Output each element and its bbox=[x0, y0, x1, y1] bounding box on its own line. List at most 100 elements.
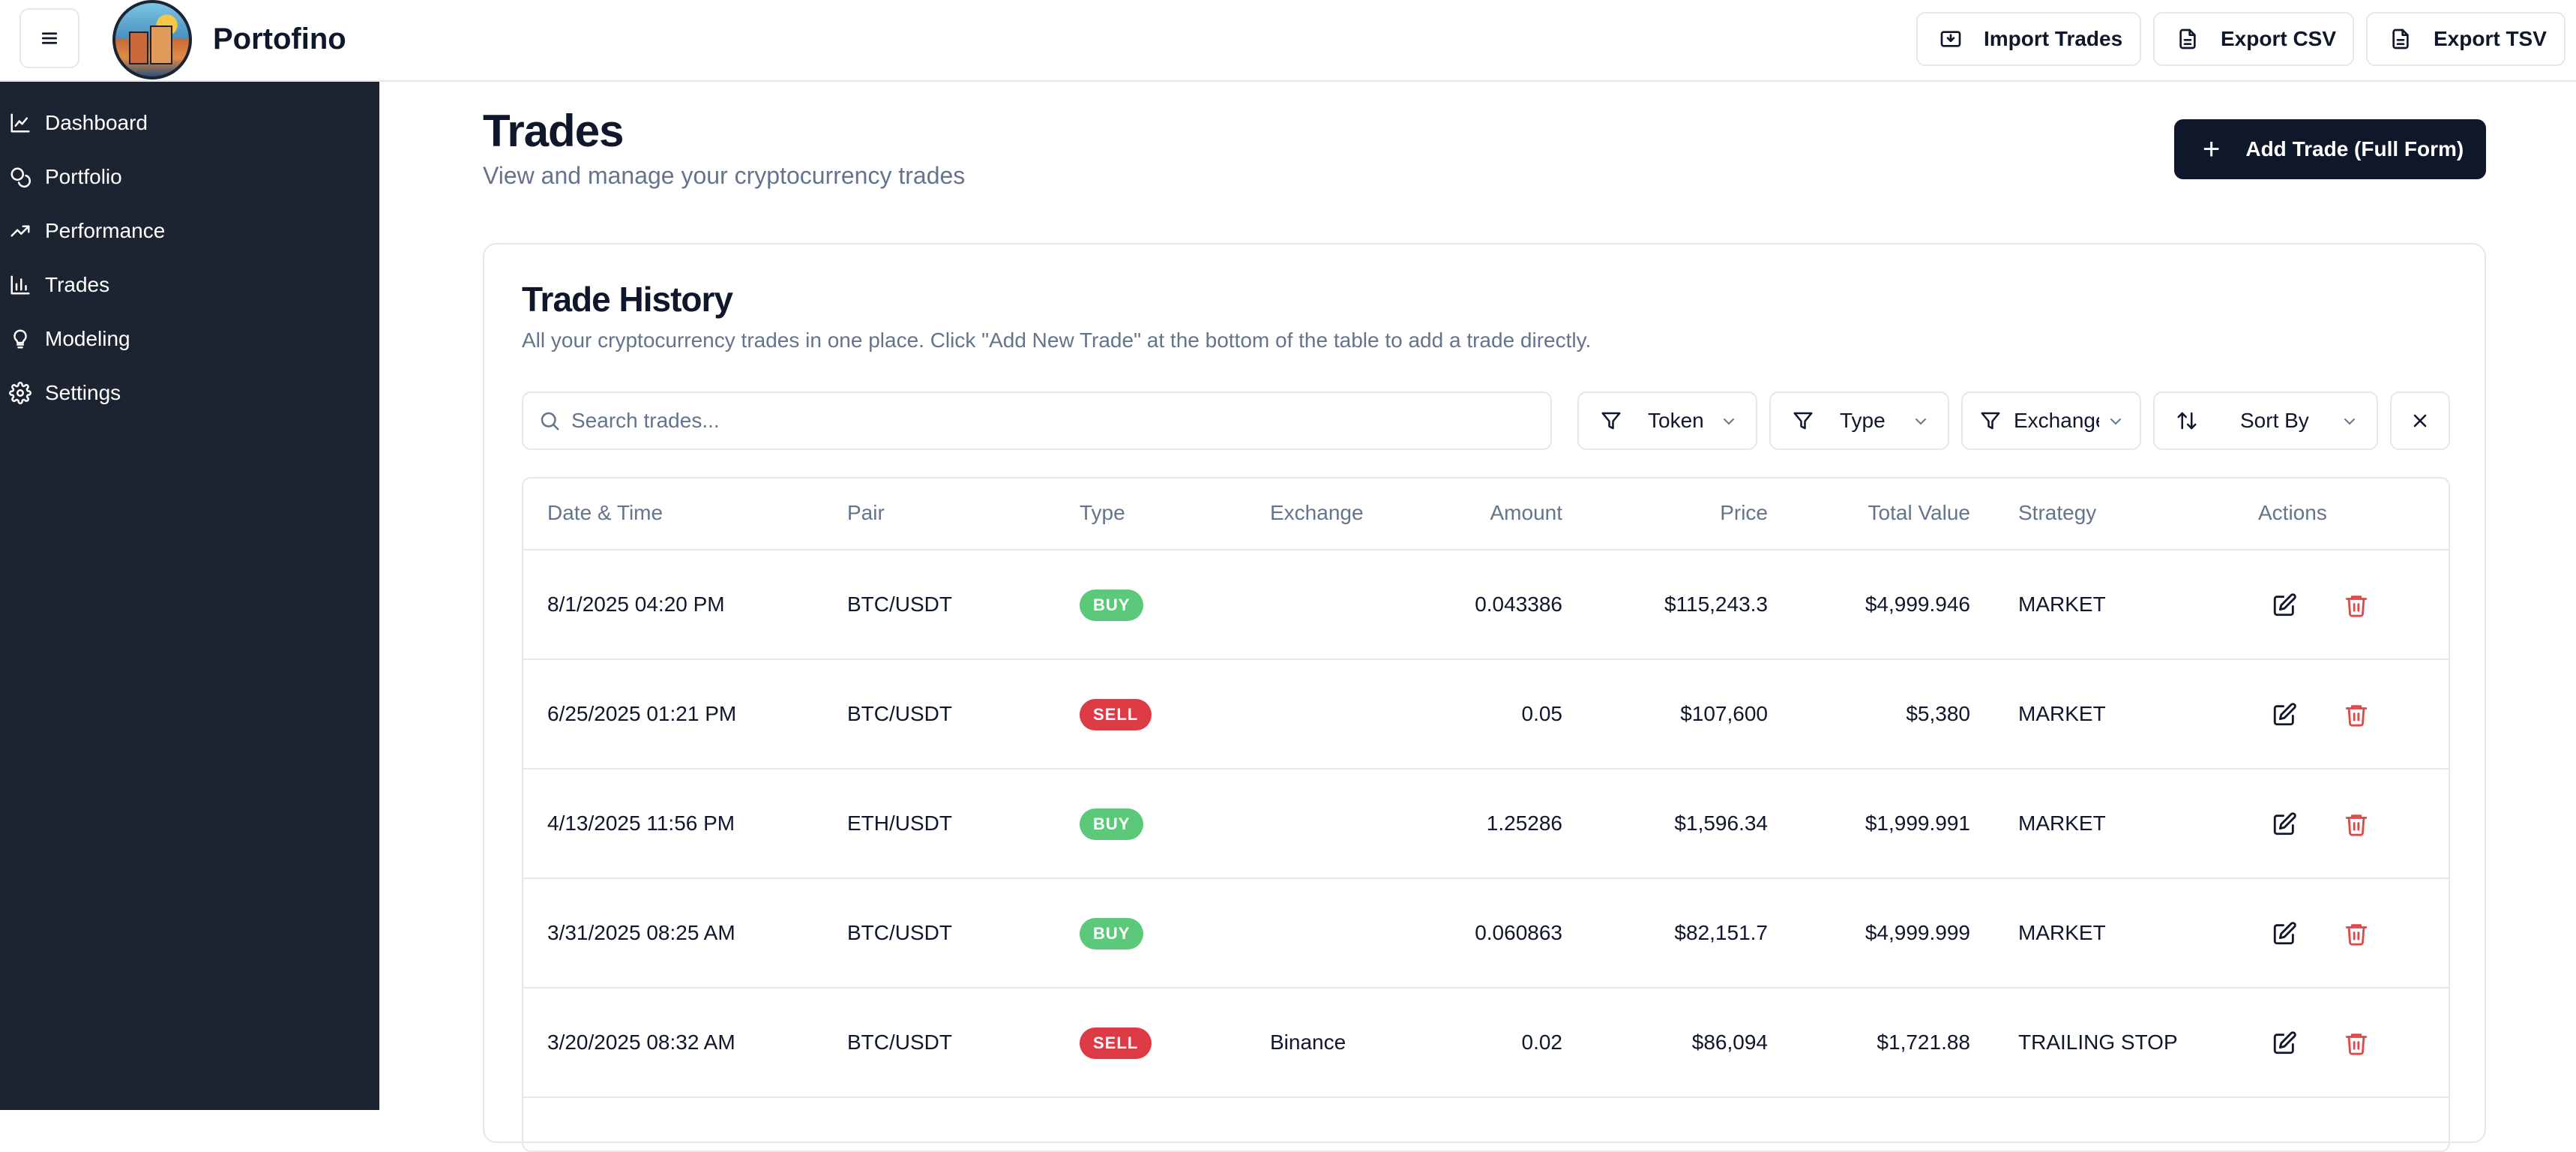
trade-type-badge: BUY bbox=[1080, 808, 1144, 840]
table-header: Date & Time Pair Type Exchange Amount Pr… bbox=[523, 478, 2449, 550]
column-header-date[interactable]: Date & Time bbox=[547, 501, 663, 525]
card-subtitle: All your cryptocurrency trades in one pl… bbox=[522, 328, 1592, 352]
table-row: 8/1/2025 04:20 PM BTC/USDT BUY 0.043386 $115… bbox=[523, 550, 2449, 660]
delete-trade-button[interactable] bbox=[2344, 592, 2369, 618]
brand-name[interactable]: Portofino bbox=[213, 22, 346, 56]
trade-strategy: MARKET bbox=[2018, 702, 2106, 725]
export-tsv-label: Export TSV bbox=[2434, 27, 2547, 50]
trade-strategy: MARKET bbox=[2018, 921, 2106, 944]
exchange-filter-label: Exchange bbox=[2014, 409, 2099, 432]
sidebar-item-trades[interactable]: Trades bbox=[9, 264, 109, 306]
sidebar-item-modeling[interactable]: Modeling bbox=[9, 318, 130, 360]
type-filter-label: Type bbox=[1840, 409, 1886, 432]
column-header-type[interactable]: Type bbox=[1080, 501, 1125, 525]
import-trades-button[interactable]: Import Trades bbox=[1916, 12, 2141, 66]
sidebar-item-settings[interactable]: Settings bbox=[9, 372, 121, 414]
chevron-down-icon bbox=[1720, 412, 1738, 430]
edit-trade-button[interactable] bbox=[2272, 592, 2297, 618]
sidebar: Dashboard Portfolio Performance Trades M… bbox=[0, 82, 379, 1110]
chevron-down-icon bbox=[1912, 412, 1930, 430]
trade-exchange: Binance bbox=[1270, 1030, 1346, 1054]
delete-trade-button[interactable] bbox=[2344, 1030, 2369, 1056]
trade-total: $1,999.991 bbox=[1865, 812, 1970, 835]
sidebar-item-label: Modeling bbox=[45, 327, 130, 350]
sidebar-item-dashboard[interactable]: Dashboard bbox=[9, 102, 148, 144]
brand-logo[interactable] bbox=[112, 0, 192, 80]
edit-trade-button[interactable] bbox=[2272, 921, 2297, 946]
edit-icon bbox=[2273, 812, 2296, 836]
file-icon bbox=[2176, 27, 2200, 51]
trash-icon bbox=[2345, 705, 2368, 727]
trade-price: $82,151.7 bbox=[1674, 921, 1768, 944]
file-icon bbox=[2389, 27, 2413, 51]
sidebar-item-label: Performance bbox=[45, 219, 166, 242]
delete-trade-button[interactable] bbox=[2344, 921, 2369, 946]
trade-strategy: MARKET bbox=[2018, 592, 2106, 616]
edit-trade-button[interactable] bbox=[2272, 702, 2297, 728]
trade-total: $1,721.88 bbox=[1877, 1030, 1970, 1054]
trade-date: 8/1/2025 04:20 PM bbox=[547, 592, 725, 616]
trade-price: $115,243.3 bbox=[1664, 592, 1768, 616]
lightbulb-icon bbox=[9, 328, 31, 350]
table-row: 3/31/2025 08:25 AM BTC/USDT BUY 0.060863 $82… bbox=[523, 879, 2449, 988]
menu-toggle-button[interactable] bbox=[19, 8, 79, 68]
edit-trade-button[interactable] bbox=[2272, 1030, 2297, 1056]
trade-type-badge: BUY bbox=[1080, 590, 1144, 621]
export-tsv-button[interactable]: Export TSV bbox=[2366, 12, 2566, 66]
trash-icon bbox=[2345, 596, 2368, 617]
gear-icon bbox=[9, 382, 31, 404]
sidebar-item-performance[interactable]: Performance bbox=[9, 210, 165, 252]
sort-icon bbox=[2176, 410, 2198, 432]
trade-amount: 1.25286 bbox=[1486, 812, 1562, 835]
trade-date: 4/13/2025 11:56 PM bbox=[547, 812, 735, 835]
trade-strategy: TRAILING STOP bbox=[2018, 1030, 2178, 1054]
page-subtitle: View and manage your cryptocurrency trad… bbox=[483, 162, 966, 189]
trash-icon bbox=[2345, 1034, 2368, 1055]
trade-pair: BTC/USDT bbox=[847, 592, 952, 616]
delete-trade-button[interactable] bbox=[2344, 702, 2369, 728]
plus-icon: + bbox=[2203, 133, 2221, 166]
search-input[interactable] bbox=[571, 409, 1471, 433]
token-filter[interactable]: Token bbox=[1577, 392, 1757, 450]
sidebar-item-portfolio[interactable]: Portfolio bbox=[9, 156, 122, 198]
delete-trade-button[interactable] bbox=[2344, 812, 2369, 837]
add-trade-label: Add Trade (Full Form) bbox=[2245, 137, 2464, 160]
sort-by-select[interactable]: Sort By bbox=[2153, 392, 2378, 450]
edit-trade-button[interactable] bbox=[2272, 812, 2297, 837]
column-header-amount[interactable]: Amount bbox=[1423, 501, 1563, 525]
edit-icon bbox=[2273, 593, 2296, 616]
trending-up-icon bbox=[9, 220, 31, 242]
export-csv-label: Export CSV bbox=[2221, 27, 2337, 50]
trade-strategy: MARKET bbox=[2018, 812, 2106, 835]
trades-table: Date & Time Pair Type Exchange Amount Pr… bbox=[522, 477, 2450, 1152]
column-header-price[interactable]: Price bbox=[1588, 501, 1768, 525]
edit-icon bbox=[2273, 703, 2296, 726]
trade-total: $4,999.946 bbox=[1865, 592, 1970, 616]
coins-icon bbox=[9, 166, 31, 188]
column-header-exchange[interactable]: Exchange bbox=[1270, 501, 1364, 525]
bar-chart-icon bbox=[9, 274, 31, 296]
filter-icon bbox=[1600, 410, 1622, 432]
trash-icon bbox=[2345, 924, 2368, 946]
trade-type-badge: SELL bbox=[1080, 699, 1152, 730]
clear-filters-button[interactable] bbox=[2390, 392, 2450, 450]
table-row: 4/13/2025 11:56 PM ETH/USDT BUY 1.25286 $1,5… bbox=[523, 770, 2449, 879]
trade-amount: 0.05 bbox=[1521, 702, 1563, 725]
filter-icon bbox=[1979, 410, 2002, 432]
column-header-strategy[interactable]: Strategy bbox=[2018, 501, 2096, 525]
add-trade-button[interactable]: + Add Trade (Full Form) bbox=[2174, 119, 2486, 179]
column-header-actions: Actions bbox=[2258, 501, 2327, 524]
exchange-filter[interactable]: Exchange bbox=[1961, 392, 2141, 450]
menu-icon bbox=[41, 32, 58, 44]
column-header-total[interactable]: Total Value bbox=[1798, 501, 1970, 525]
search-box bbox=[522, 392, 1552, 450]
card-title: Trade History bbox=[522, 280, 733, 319]
export-csv-button[interactable]: Export CSV bbox=[2153, 12, 2354, 66]
type-filter[interactable]: Type bbox=[1769, 392, 1949, 450]
table-row: 6/25/2025 01:21 PM BTC/USDT SELL 0.05 $107,6… bbox=[523, 660, 2449, 770]
column-header-pair[interactable]: Pair bbox=[847, 501, 885, 525]
trade-history-card: Trade History All your cryptocurrency tr… bbox=[483, 243, 2486, 1152]
import-trades-label: Import Trades bbox=[1984, 27, 2123, 50]
sort-by-label: Sort By bbox=[2240, 409, 2309, 432]
edit-icon bbox=[2273, 922, 2296, 945]
